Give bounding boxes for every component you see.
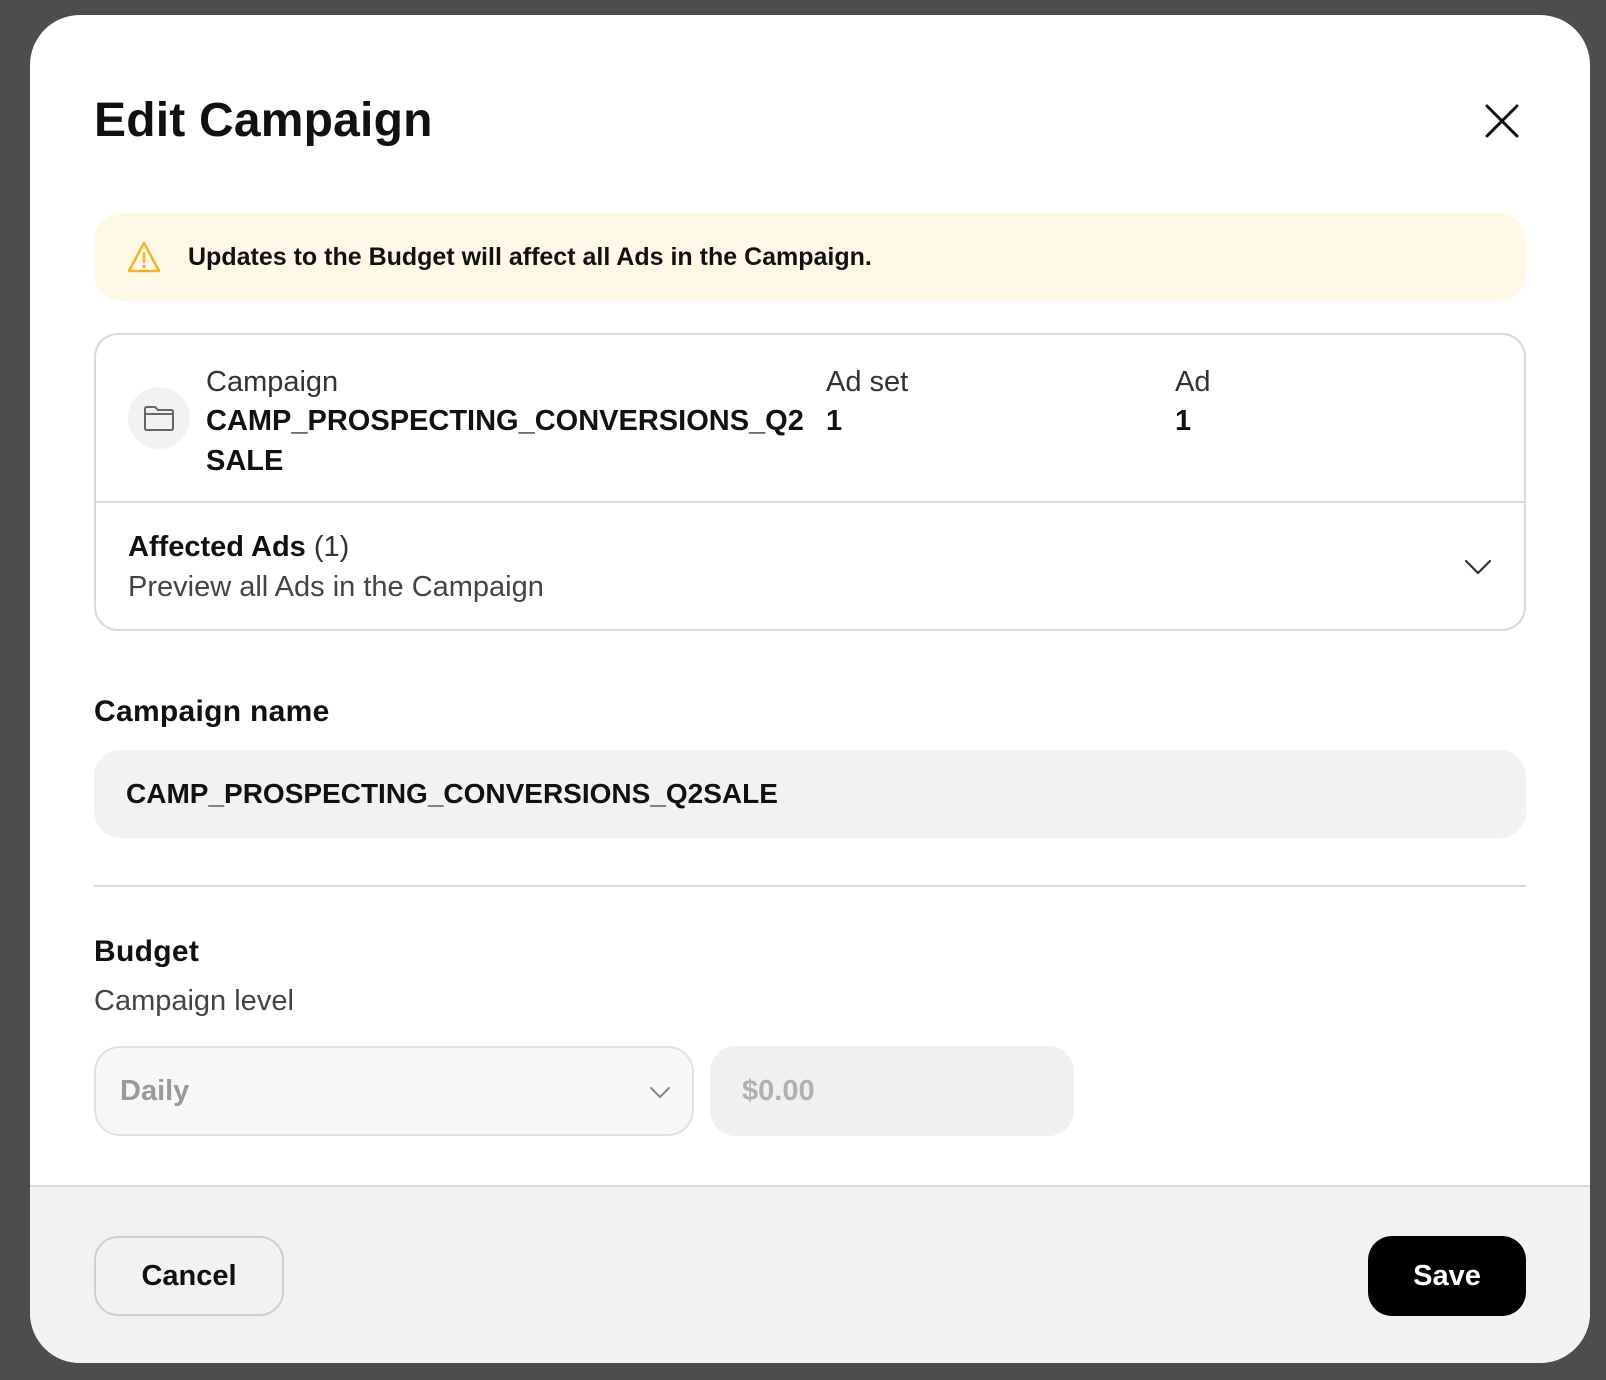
save-button[interactable]: Save [1368, 1236, 1526, 1316]
summary-adset: Ad set 1 [826, 363, 1126, 441]
campaign-value: CAMP_PROSPECTING_CONVERSIONS_Q2SALE [206, 405, 804, 477]
warning-triangle-icon [124, 237, 164, 277]
summary-ad: Ad 1 [1175, 363, 1475, 441]
chevron-down-icon[interactable] [1462, 551, 1494, 583]
campaign-name-input[interactable] [94, 750, 1526, 838]
close-icon [1485, 104, 1519, 138]
budget-label: Budget [94, 935, 200, 968]
campaign-summary-card: Campaign CAMP_PROSPECTING_CONVERSIONS_Q2… [94, 333, 1526, 631]
summary-campaign: Campaign CAMP_PROSPECTING_CONVERSIONS_Q2… [206, 363, 806, 481]
edit-campaign-modal: Edit Campaign Updates to the Budget will… [30, 15, 1590, 1363]
chevron-down-icon [650, 1087, 670, 1098]
campaign-label: Campaign [206, 366, 339, 398]
folder-icon [128, 387, 190, 449]
campaign-summary: Campaign CAMP_PROSPECTING_CONVERSIONS_Q2… [96, 335, 1524, 503]
modal-footer: Cancel Save [30, 1185, 1590, 1363]
ad-label: Ad [1175, 366, 1211, 398]
adset-value: 1 [826, 405, 843, 437]
modal-title: Edit Campaign [94, 94, 433, 147]
ad-value: 1 [1175, 405, 1192, 437]
modal-header: Edit Campaign [94, 91, 1526, 151]
budget-period-select[interactable]: Daily [94, 1046, 694, 1136]
budget-warning-banner: Updates to the Budget will affect all Ad… [94, 213, 1526, 301]
affected-ads-subtitle: Preview all Ads in the Campaign [128, 571, 544, 603]
adset-label: Ad set [826, 366, 909, 398]
affected-ads-title: Affected Ads (1) [128, 527, 349, 567]
section-divider [94, 885, 1526, 887]
budget-sublabel: Campaign level [94, 985, 294, 1017]
warning-text: Updates to the Budget will affect all Ad… [188, 242, 872, 271]
cancel-button[interactable]: Cancel [94, 1236, 284, 1316]
affected-ads-accordion[interactable]: Affected Ads (1) Preview all Ads in the … [96, 503, 1524, 629]
close-button[interactable] [1478, 97, 1526, 145]
budget-amount-input[interactable] [710, 1046, 1074, 1136]
affected-ads-count: (1) [313, 531, 350, 563]
budget-period-value: Daily [120, 1074, 190, 1107]
campaign-name-label: Campaign name [94, 695, 330, 728]
affected-ads-label: Affected Ads [128, 531, 306, 563]
